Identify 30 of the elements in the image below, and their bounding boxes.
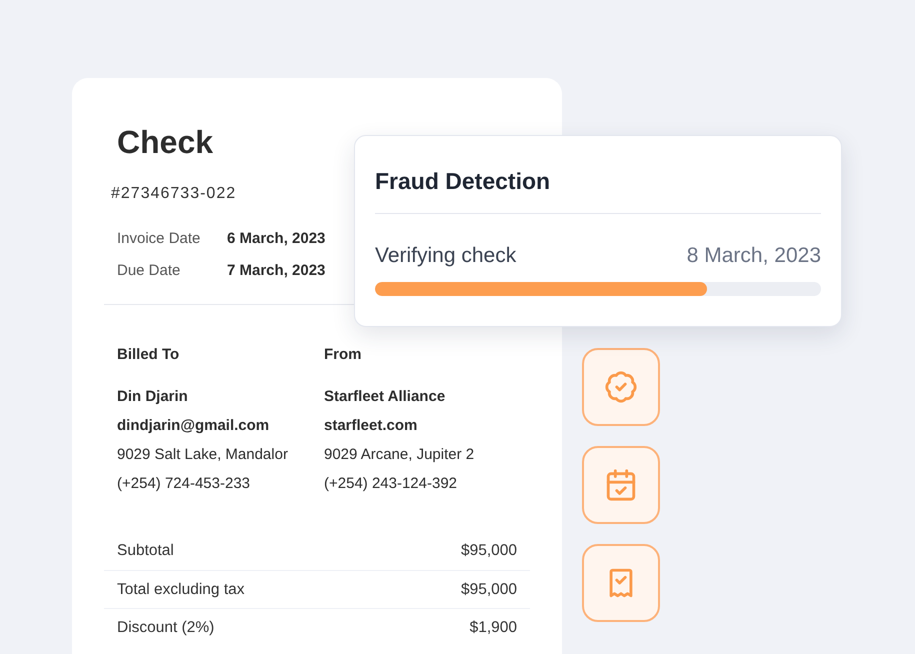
action-button[interactable] [582, 348, 660, 426]
badge-check-icon [604, 370, 638, 404]
status-date: 8 March, 2023 [686, 243, 821, 269]
calendar-check-icon [604, 468, 638, 502]
fraud-detection-title: Fraud Detection [375, 167, 552, 196]
check-number: #27346733-022 [111, 184, 238, 204]
party-address: 9029 Arcane, Jupiter 2 [324, 445, 476, 465]
check-title: Check [117, 123, 214, 162]
date-value: 7 March, 2023 [227, 260, 326, 280]
action-button[interactable] [582, 544, 660, 622]
party-name: Din Djarin [117, 387, 189, 407]
total-value: $95,000 [460, 541, 517, 562]
status-text: Verifying check [375, 243, 516, 269]
party-address: 9029 Salt Lake, Mandalor [117, 445, 289, 465]
party-heading: Billed To [117, 345, 180, 365]
party-name: Starfleet Alliance [324, 387, 446, 407]
date-label: Due Date [117, 260, 182, 280]
party-phone: (+254) 724-453-233 [117, 474, 252, 494]
party-heading: From [324, 345, 362, 365]
total-label: Total excluding tax [117, 580, 245, 600]
party-email: dindjarin@gmail.com [117, 416, 270, 436]
total-label: Discount (2%) [117, 618, 214, 638]
total-label: Subtotal [117, 541, 174, 562]
total-value: $1,900 [470, 618, 517, 638]
date-value: 6 March, 2023 [227, 229, 326, 249]
date-label: Invoice Date [117, 229, 202, 249]
party-phone: (+254) 243-124-392 [324, 474, 458, 494]
action-button[interactable] [582, 446, 660, 524]
total-value: $95,000 [460, 580, 517, 600]
party-email: starfleet.com [324, 416, 418, 436]
